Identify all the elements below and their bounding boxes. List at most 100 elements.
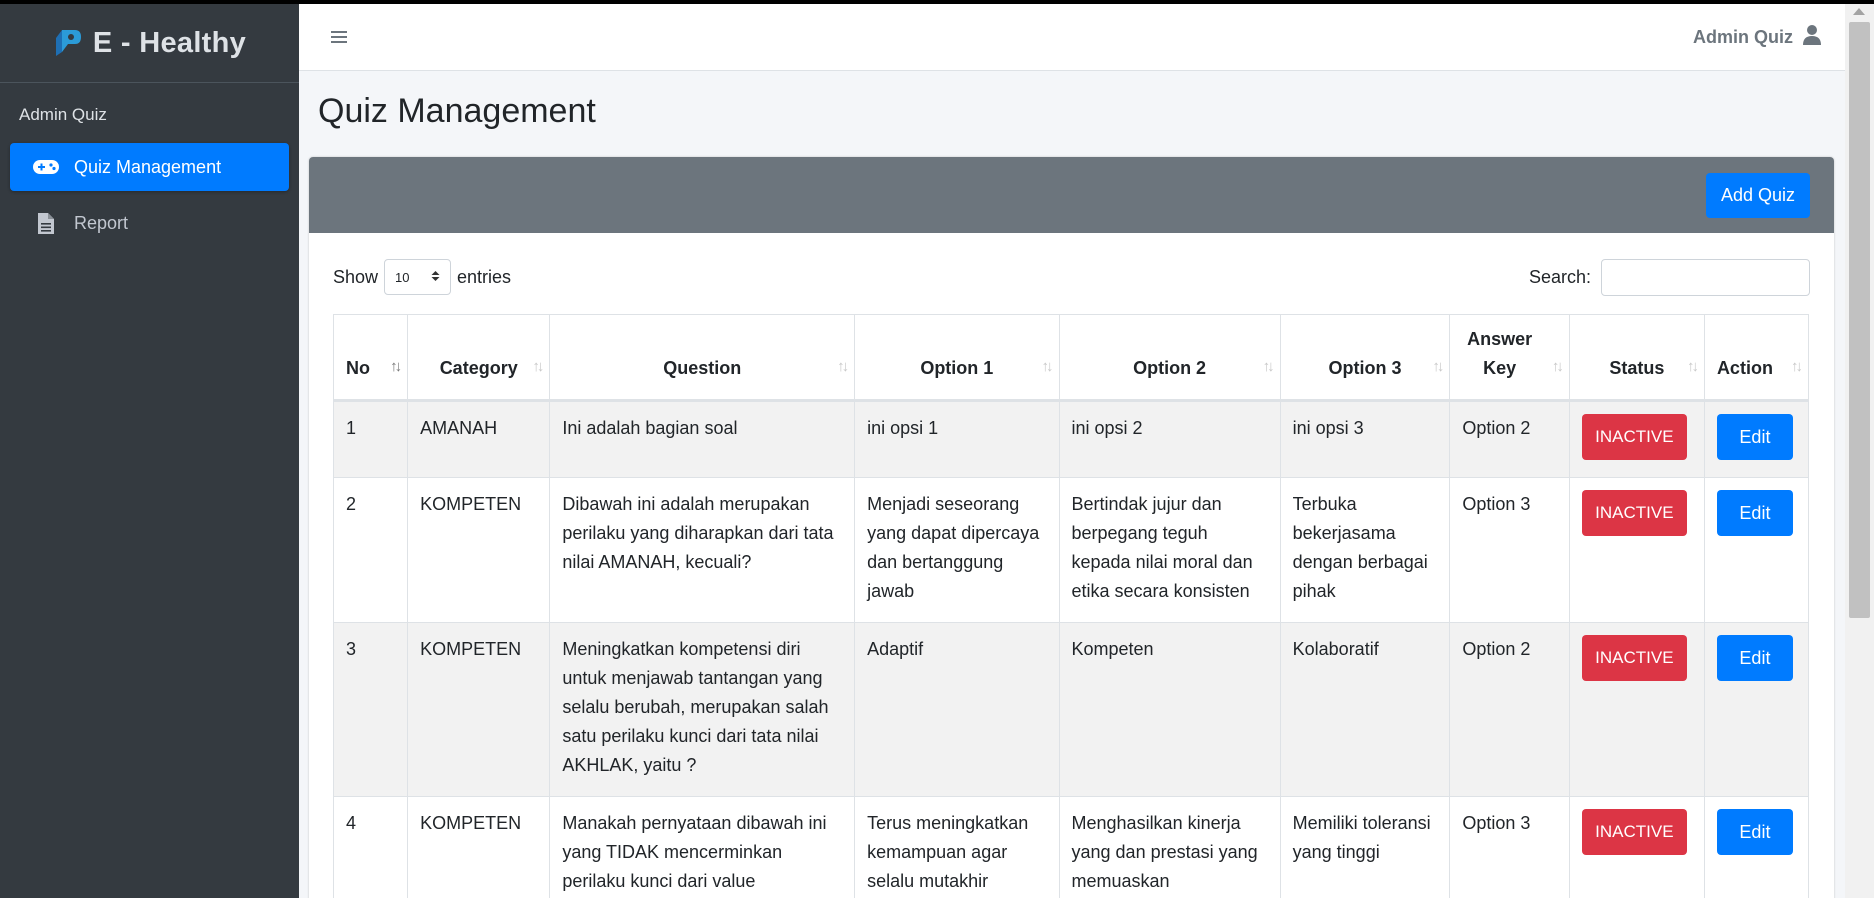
entries-length: Show 10 entries — [333, 259, 511, 295]
sort-icon: ↑↓ — [1432, 358, 1444, 375]
table-row: 1 AMANAH Ini adalah bagian soal ini opsi… — [332, 400, 1810, 478]
add-quiz-button[interactable]: Add Quiz — [1705, 172, 1810, 218]
brand-logo-icon — [53, 26, 83, 60]
quiz-card: Add Quiz Show 10 entries Search: No ↑↓ C… — [309, 157, 1834, 898]
cell-option-2: Menghasilkan kinerja yang dan prestasi y… — [1058, 796, 1281, 898]
status-inactive-button[interactable]: INACTIVE — [1581, 490, 1687, 536]
sort-icon: ↑↓ — [1041, 358, 1054, 375]
main-content: Admin Quiz Quiz Management Add Quiz Show… — [299, 4, 1845, 898]
sort-icon: ↑↓ — [837, 358, 849, 375]
sidebar: E - Healthy Admin Quiz Quiz Management R — [0, 4, 299, 898]
column-header-option-1[interactable]: Option 1 ↑↓ — [854, 314, 1060, 401]
edit-button[interactable]: Edit — [1716, 490, 1793, 536]
table-header-row: No ↑↓ Category ↑↓ Question ↑↓ Option 1 ↑↓ Op… — [332, 314, 1810, 401]
cell-option-3: Kolaboratif — [1279, 622, 1451, 797]
cell-answer-key: Option 3 — [1449, 477, 1570, 623]
quiz-table-wrapper: No ↑↓ Category ↑↓ Question ↑↓ Option 1 ↑↓ Op… — [332, 314, 1810, 898]
scrollbar-thumb[interactable] — [1849, 22, 1870, 618]
gamepad-icon — [32, 155, 60, 179]
cell-action: Edit — [1703, 622, 1810, 797]
cell-question: Ini adalah bagian soal — [549, 400, 856, 478]
column-header-question[interactable]: Question ↑↓ — [549, 314, 856, 401]
user-menu[interactable]: Admin Quiz — [1693, 24, 1821, 50]
sidebar-item-quiz-management[interactable]: Quiz Management — [10, 143, 289, 191]
cell-status: INACTIVE — [1568, 622, 1705, 797]
search-label: Search: — [1528, 266, 1591, 287]
sidebar-item-label: Report — [74, 212, 129, 233]
cell-category: KOMPETEN — [407, 622, 551, 797]
cell-status: INACTIVE — [1568, 477, 1705, 623]
status-inactive-button[interactable]: INACTIVE — [1581, 809, 1687, 855]
cell-option-2: ini opsi 2 — [1058, 400, 1281, 478]
cell-question: Dibawah ini adalah merupakan perilaku ya… — [549, 477, 856, 623]
sort-icon: ↑↓ — [1551, 358, 1564, 375]
column-header-option-2[interactable]: Option 2 ↑↓ — [1058, 314, 1281, 401]
quiz-table: No ↑↓ Category ↑↓ Question ↑↓ Option 1 ↑↓ Op… — [332, 314, 1810, 898]
cell-action: Edit — [1703, 796, 1810, 898]
sidebar-item-label: Quiz Management — [74, 156, 222, 177]
column-header-option-3[interactable]: Option 3 ↑↓ — [1279, 314, 1451, 401]
brand[interactable]: E - Healthy — [0, 4, 299, 83]
edit-button[interactable]: Edit — [1716, 414, 1793, 460]
cell-option-3: ini opsi 3 — [1279, 400, 1451, 478]
cell-answer-key: Option 2 — [1449, 622, 1570, 797]
sort-updown-icon — [431, 270, 440, 285]
column-header-category[interactable]: Category ↑↓ — [407, 314, 551, 401]
cell-question: Meningkatkan kompetensi diri untuk menja… — [549, 622, 856, 797]
sidebar-item-report[interactable]: Report — [10, 199, 289, 247]
cell-category: KOMPETEN — [407, 477, 551, 623]
cell-option-3: Terbuka bekerjasama dengan berbagai piha… — [1279, 477, 1451, 623]
topbar: Admin Quiz — [299, 4, 1845, 71]
cell-status: INACTIVE — [1568, 400, 1705, 478]
column-header-status[interactable]: Status ↑↓ — [1568, 314, 1705, 401]
cell-answer-key: Option 2 — [1449, 400, 1570, 478]
cell-action: Edit — [1703, 400, 1810, 478]
search-input[interactable] — [1601, 258, 1810, 296]
cell-answer-key: Option 3 — [1449, 796, 1570, 898]
cell-option-3: Memiliki toleransi yang tinggi — [1279, 796, 1451, 898]
column-header-action[interactable]: Action ↑↓ — [1703, 314, 1810, 401]
table-row: 3 KOMPETEN Meningkatkan kompetensi diri … — [332, 622, 1810, 797]
cell-category: KOMPETEN — [407, 796, 551, 898]
table-row: 4 KOMPETEN Manakah pernyataan dibawah in… — [332, 796, 1810, 898]
sort-icon: ↑↓ — [1791, 358, 1803, 375]
show-label: Show — [333, 266, 379, 287]
sidebar-header: Admin Quiz — [19, 105, 107, 124]
status-inactive-button[interactable]: INACTIVE — [1581, 414, 1687, 460]
file-icon — [32, 211, 60, 235]
user-name: Admin Quiz — [1693, 26, 1793, 47]
scroll-up-arrow-icon[interactable] — [1853, 8, 1865, 15]
cell-no: 1 — [332, 400, 409, 478]
edit-button[interactable]: Edit — [1716, 635, 1793, 681]
sort-asc-icon: ↑↓ — [390, 358, 402, 375]
cell-category: AMANAH — [407, 400, 551, 478]
cell-no: 4 — [332, 796, 409, 898]
cell-action: Edit — [1703, 477, 1810, 623]
status-inactive-button[interactable]: INACTIVE — [1581, 635, 1687, 681]
cell-option-2: Bertindak jujur dan berpegang teguh kepa… — [1058, 477, 1281, 623]
table-controls: Show 10 entries Search: — [333, 257, 1810, 297]
entries-value: 10 — [395, 269, 410, 285]
sort-icon: ↑↓ — [1262, 358, 1275, 375]
table-row: 2 KOMPETEN Dibawah ini adalah merupakan … — [332, 477, 1810, 623]
entries-label: entries — [457, 266, 512, 287]
cell-option-1: Adaptif — [854, 622, 1060, 797]
edit-button[interactable]: Edit — [1716, 809, 1793, 855]
cell-status: INACTIVE — [1568, 796, 1705, 898]
entries-select[interactable]: 10 — [384, 259, 452, 295]
page-title: Quiz Management — [318, 92, 596, 130]
cell-option-1: Terus meningkatkan kemampuan agar selalu… — [854, 796, 1060, 898]
hamburger-menu-icon[interactable] — [329, 28, 349, 46]
table-search: Search: — [1528, 258, 1810, 296]
cell-no: 2 — [332, 477, 409, 623]
card-header: Add Quiz — [309, 157, 1834, 233]
column-header-answer-key[interactable]: Answer Key ↑↓ — [1449, 314, 1570, 401]
column-header-no[interactable]: No ↑↓ — [332, 314, 409, 401]
sort-icon: ↑↓ — [1686, 358, 1699, 375]
brand-name: E - Healthy — [92, 26, 247, 59]
sort-icon: ↑↓ — [532, 358, 544, 375]
cell-option-2: Kompeten — [1058, 622, 1281, 797]
user-icon — [1803, 24, 1821, 50]
cell-option-1: ini opsi 1 — [854, 400, 1060, 478]
cell-question: Manakah pernyataan dibawah ini yang TIDA… — [549, 796, 856, 898]
